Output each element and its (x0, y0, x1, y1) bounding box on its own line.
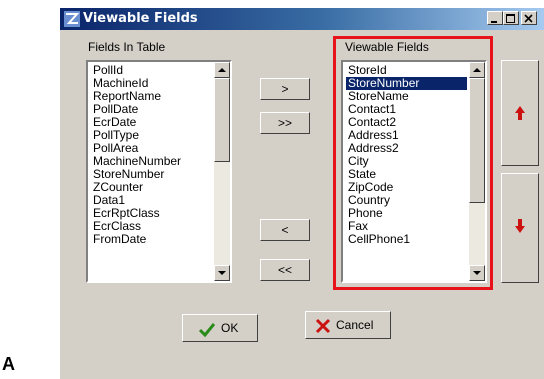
add-field-button[interactable]: > (260, 78, 310, 100)
add-all-fields-button[interactable]: >> (260, 112, 310, 134)
fields-in-table-list[interactable]: PollId MachineId ReportName PollDate EcrDate… (86, 60, 232, 283)
maximize-button[interactable] (503, 11, 519, 25)
list-item[interactable]: FromDate (91, 233, 212, 246)
window-title: Viewable Fields (83, 11, 198, 26)
scroll-thumb[interactable] (214, 78, 230, 162)
move-up-button[interactable] (501, 60, 539, 166)
fields-in-table-label: Fields In Table (88, 40, 166, 54)
close-button[interactable] (521, 11, 537, 25)
red-highlight-box (333, 36, 493, 290)
ok-label: OK (221, 321, 239, 335)
maximize-icon (506, 14, 515, 23)
cancel-label: Cancel (336, 318, 374, 332)
scroll-up-icon (218, 68, 226, 72)
cancel-button[interactable]: Cancel (305, 311, 391, 339)
dialog-window: Viewable Fields Fields In Table PollId Ma… (60, 8, 544, 379)
scroll-down-icon (218, 271, 226, 275)
scroll-up-button[interactable] (214, 62, 230, 78)
close-icon (524, 14, 533, 23)
move-down-icon (515, 219, 525, 233)
remove-all-fields-button[interactable]: << (260, 259, 310, 281)
title-bar[interactable]: Viewable Fields (60, 8, 544, 30)
ok-check-icon (199, 323, 215, 337)
move-up-icon (515, 106, 525, 120)
ok-button[interactable]: OK (182, 314, 258, 342)
cancel-x-icon (315, 318, 331, 334)
app-icon (64, 11, 80, 27)
remove-field-button[interactable]: < (260, 219, 310, 241)
figure-caption: A (2, 354, 15, 374)
fields-in-table-scrollbar[interactable] (214, 62, 230, 281)
minimize-button[interactable] (487, 11, 503, 25)
minimize-icon (491, 21, 497, 23)
move-down-button[interactable] (501, 173, 539, 283)
scroll-down-button[interactable] (214, 265, 230, 281)
fields-in-table-items: PollId MachineId ReportName PollDate EcrDate… (91, 64, 212, 246)
